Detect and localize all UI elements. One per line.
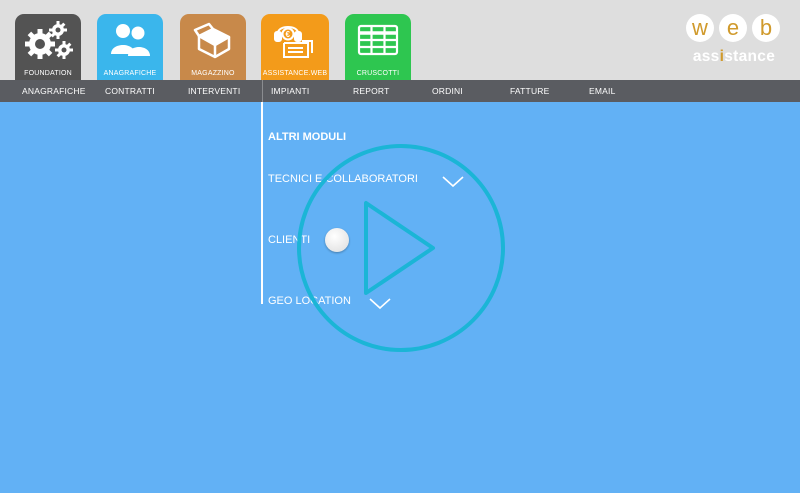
logo-wordmark: assistance xyxy=(686,48,782,66)
content-divider xyxy=(261,102,263,304)
play-icon[interactable] xyxy=(296,143,506,353)
menu-item-anagrafiche[interactable]: ANAGRAFICHE xyxy=(22,86,86,96)
svg-text:€: € xyxy=(286,30,291,39)
menu-item-interventi[interactable]: INTERVENTI xyxy=(188,86,240,96)
app-tile-label: ANAGRAFICHE xyxy=(103,70,157,77)
app-tile-label: ASSISTANCE.WEB xyxy=(262,70,328,77)
app-tile-foundation[interactable]: FOUNDATION xyxy=(15,14,81,80)
menu-item-report[interactable]: REPORT xyxy=(353,86,389,96)
app-tile-label: MAGAZZINO xyxy=(191,70,235,77)
app-tile-label: CRUSCOTTI xyxy=(356,70,400,77)
menu-item-fatture[interactable]: FATTURE xyxy=(510,86,550,96)
menu-item-contratti[interactable]: CONTRATTI xyxy=(105,86,155,96)
app-tile-cruscotti[interactable]: CRUSCOTTI xyxy=(345,14,411,80)
top-app-bar: FOUNDATION ANAGRAFICHE MAGAZZINO € ASSIS… xyxy=(0,0,800,80)
menu-item-ordini[interactable]: ORDINI xyxy=(432,86,463,96)
logo-letter: e xyxy=(719,14,747,42)
menu-item-email[interactable]: EMAIL xyxy=(589,86,616,96)
logo-letter: w xyxy=(686,14,714,42)
menu-divider xyxy=(262,80,263,102)
app-tile-anagrafiche[interactable]: ANAGRAFICHE xyxy=(97,14,163,80)
app-tile-assistance-web[interactable]: € ASSISTANCE.WEB xyxy=(261,14,329,80)
box-icon xyxy=(180,18,246,62)
users-icon xyxy=(97,18,163,62)
app-tile-label: FOUNDATION xyxy=(24,70,72,77)
main-menu-bar: ANAGRAFICHE CONTRATTI INTERVENTI IMPIANT… xyxy=(0,80,800,102)
web-assistance-logo: w e b assistance xyxy=(684,14,784,66)
spreadsheet-icon xyxy=(345,18,411,62)
logo-letter: b xyxy=(752,14,780,42)
support-document-icon: € xyxy=(261,18,329,62)
logo-word-part: ass xyxy=(692,48,720,65)
app-tile-magazzino[interactable]: MAGAZZINO xyxy=(180,14,246,80)
menu-item-impianti[interactable]: IMPIANTI xyxy=(271,86,309,96)
section-title: ALTRI MODULI xyxy=(268,131,347,143)
logo-word-part: stance xyxy=(724,48,776,65)
gears-icon xyxy=(15,18,81,62)
